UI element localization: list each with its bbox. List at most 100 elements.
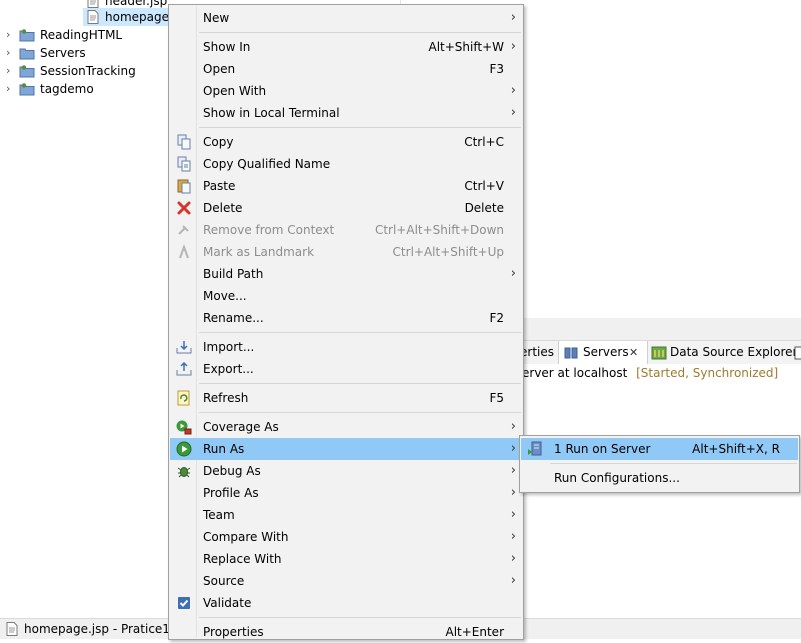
menu-item-mark-as-landmark: Mark as Landmark Ctrl+Alt+Shift+Up [170, 241, 522, 263]
menu-item-build-path[interactable]: Build Path › [170, 263, 522, 285]
chevron-right-icon[interactable]: › [6, 80, 16, 98]
tab-properties[interactable]: erties [520, 341, 558, 364]
menu-item-move[interactable]: Move... [170, 285, 522, 307]
submenu-arrow-icon: › [510, 507, 516, 522]
menu-separator [199, 32, 521, 33]
menu-item-coverage-as[interactable]: Coverage As › [170, 416, 522, 438]
menu-item-shortcut: Delete [464, 201, 504, 215]
menu-item-shortcut: Alt+Enter [445, 625, 504, 639]
menu-item-open[interactable]: Open F3 [170, 58, 522, 80]
tree-project-readinghtml[interactable]: › ReadingHTML [0, 26, 168, 44]
menu-item-label: Move... [203, 289, 247, 303]
tab-label: erties [520, 345, 554, 359]
menu-item-label: Mark as Landmark [203, 245, 315, 259]
menu-item-shortcut: Ctrl+C [464, 135, 504, 149]
tree-project-tagdemo[interactable]: › tagdemo [0, 80, 168, 98]
menu-item-refresh[interactable]: Refresh F5 [170, 387, 522, 409]
overflow-view-icon[interactable] [794, 346, 801, 360]
submenu-arrow-icon: › [510, 10, 516, 25]
tree-project-label: SessionTracking [40, 64, 136, 78]
menu-item-profile-as[interactable]: Profile As › [170, 482, 522, 504]
menu-item-label: Profile As [203, 486, 259, 500]
menu-item-label: Open [203, 62, 236, 76]
tab-data-source-explorer[interactable]: Data Source Explorer [648, 341, 798, 364]
chevron-right-icon[interactable]: › [6, 62, 16, 80]
tab-label: Servers [583, 345, 629, 359]
menu-separator [199, 617, 521, 618]
copy-qualified-icon [177, 156, 191, 172]
menu-item-label: Copy [203, 135, 234, 149]
tab-label: Data Source Explorer [670, 345, 798, 359]
data-source-explorer-icon [651, 346, 667, 360]
menu-item-label: Replace With [203, 552, 282, 566]
tree-project-servers[interactable]: › Servers [0, 44, 168, 62]
submenu-arrow-icon: › [510, 573, 516, 588]
tab-servers[interactable]: Servers ✕ [558, 341, 648, 364]
jsp-file-icon [87, 10, 99, 24]
menu-item-label: Compare With [203, 530, 289, 544]
menu-item-shortcut: Ctrl+V [464, 179, 504, 193]
menu-item-replace-with[interactable]: Replace With › [170, 548, 522, 570]
submenu-arrow-icon: › [510, 419, 516, 434]
menu-item-team[interactable]: Team › [170, 504, 522, 526]
project-folder-icon [19, 29, 35, 42]
submenu-arrow-icon: › [510, 83, 516, 98]
menu-item-source[interactable]: Source › [170, 570, 522, 592]
menu-item-show-in-local-terminal[interactable]: Show in Local Terminal › [170, 102, 522, 124]
menu-item-shortcut: Ctrl+Alt+Shift+Up [392, 245, 504, 259]
tree-file-homepage-jsp[interactable]: homepage.jsp [83, 8, 190, 26]
checkbox-icon [178, 597, 190, 609]
menu-item-shortcut: F3 [489, 62, 504, 76]
submenu-arrow-icon: › [510, 485, 516, 500]
chevron-right-icon[interactable]: › [6, 44, 16, 62]
menu-item-label: Build Path [203, 267, 264, 281]
menu-item-rename[interactable]: Rename... F2 [170, 307, 522, 329]
menu-item-shortcut: Ctrl+Alt+Shift+Down [374, 223, 504, 237]
menu-item-run-as[interactable]: Run As › [170, 438, 522, 460]
chevron-right-icon[interactable]: › [6, 26, 16, 44]
menu-item-paste[interactable]: Paste Ctrl+V [170, 175, 522, 197]
menu-item-validate[interactable]: Validate [170, 592, 522, 614]
menu-item-new[interactable]: New › [170, 7, 522, 29]
menu-item-label: Run Configurations... [554, 471, 680, 485]
menu-item-label: Show in Local Terminal [203, 106, 340, 120]
server-row[interactable]: erver at localhost [Started, Synchronize… [522, 365, 778, 381]
submenu-arrow-icon: › [510, 266, 516, 281]
menu-item-label: Export... [203, 362, 254, 376]
menu-item-compare-with[interactable]: Compare With › [170, 526, 522, 548]
tree-project-label: Servers [40, 46, 86, 60]
menu-item-import[interactable]: Import... [170, 336, 522, 358]
menu-item-delete[interactable]: Delete Delete [170, 197, 522, 219]
servers-icon [564, 347, 578, 359]
menu-item-label: New [203, 11, 230, 25]
submenu-arrow-icon: › [510, 463, 516, 478]
menu-item-open-with[interactable]: Open With › [170, 80, 522, 102]
delete-icon [177, 201, 191, 215]
menu-item-label: Coverage As [203, 420, 279, 434]
menu-item-label: Copy Qualified Name [203, 157, 331, 171]
refresh-icon [177, 390, 190, 406]
menu-item-debug-as[interactable]: Debug As › [170, 460, 522, 482]
submenu-item-run-configurations[interactable]: Run Configurations... [521, 467, 798, 489]
menu-item-label: Validate [203, 596, 252, 610]
tree-project-sessiontracking[interactable]: › SessionTracking [0, 62, 168, 80]
menu-item-properties[interactable]: Properties Alt+Enter [170, 621, 522, 643]
bottom-panel-tabbar: erties Servers ✕ Data Source Explorer [520, 340, 801, 365]
remove-context-icon [178, 225, 189, 235]
server-status: [Started, Synchronized] [636, 366, 779, 380]
coverage-icon [176, 420, 192, 435]
menu-item-copy-qualified-name[interactable]: Copy Qualified Name [170, 153, 522, 175]
menu-item-copy[interactable]: Copy Ctrl+C [170, 131, 522, 153]
menu-item-label: Source [203, 574, 245, 588]
run-on-server-icon [528, 441, 542, 456]
status-text: homepage.jsp - Pratice1/sr [24, 622, 186, 636]
menu-item-show-in[interactable]: Show In Alt+Shift+W › [170, 36, 522, 58]
close-icon[interactable]: ✕ [629, 341, 638, 364]
menu-item-label: Rename... [203, 311, 264, 325]
menu-item-export[interactable]: Export... [170, 358, 522, 380]
context-menu: New › Show In Alt+Shift+W › Open F3 Open… [168, 4, 524, 640]
import-icon [176, 341, 192, 354]
submenu-item-run-on-server[interactable]: 1 Run on Server Alt+Shift+X, R [521, 438, 798, 460]
landmark-icon [179, 244, 189, 259]
menu-separator [199, 127, 521, 128]
